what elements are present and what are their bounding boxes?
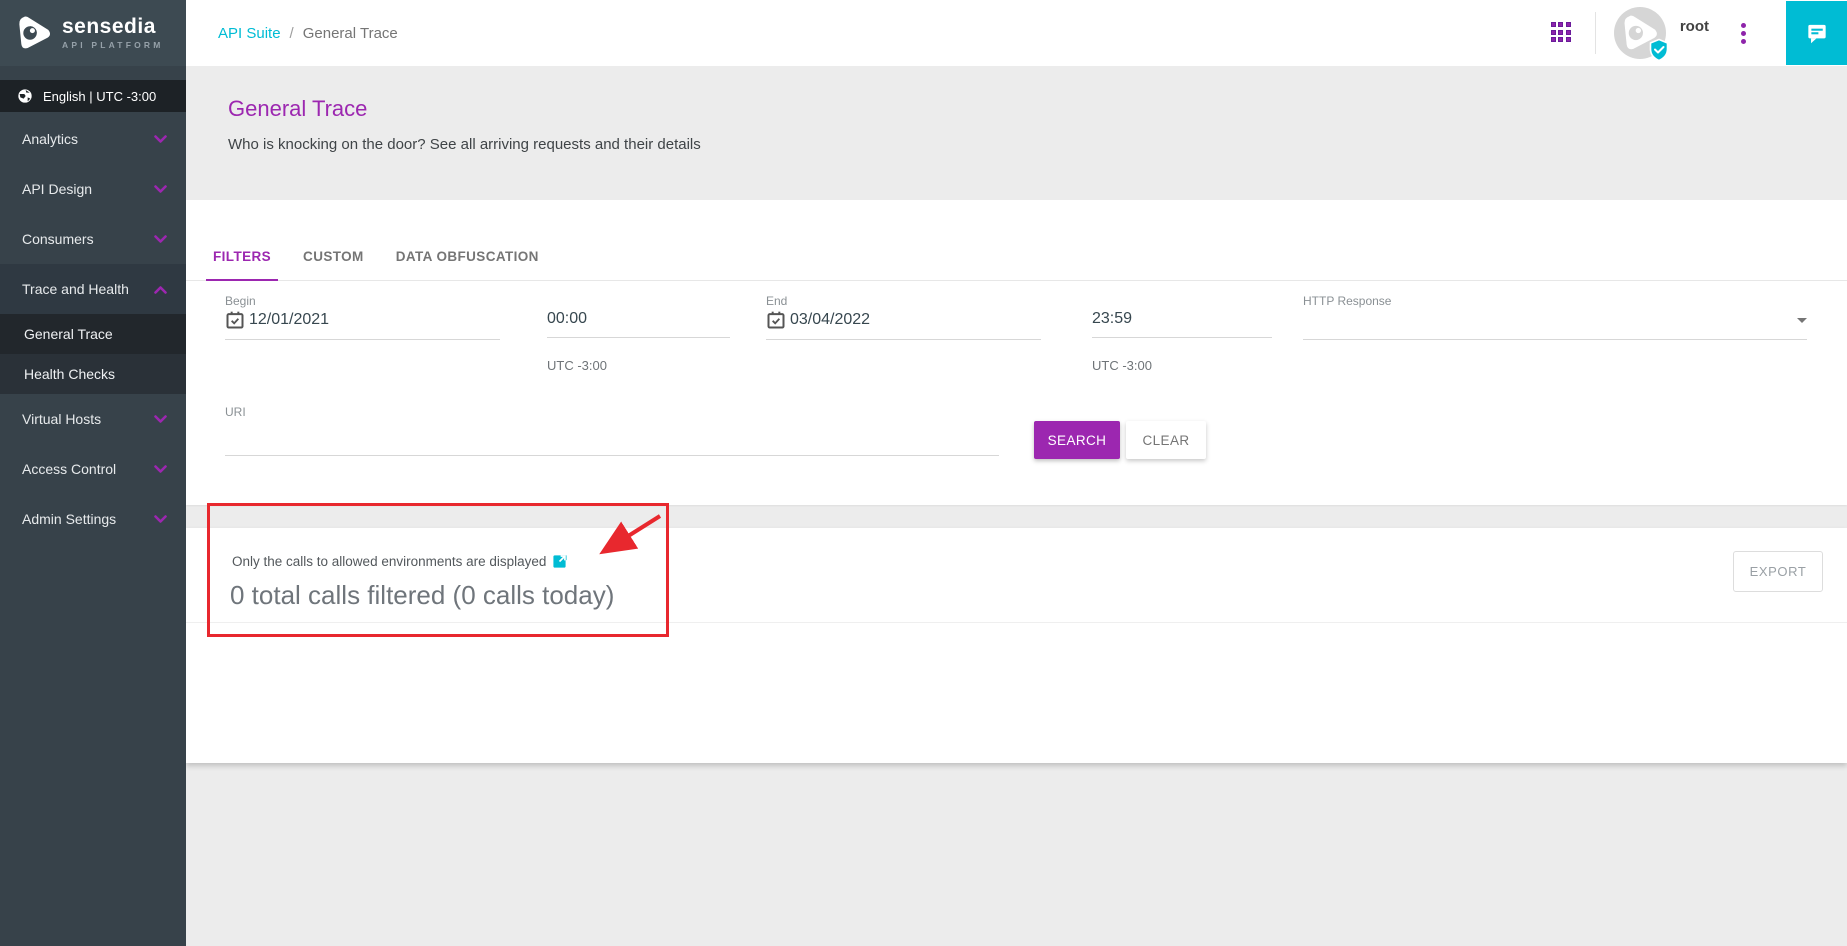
kebab-menu-icon[interactable] bbox=[1737, 19, 1750, 48]
username-label: root bbox=[1680, 18, 1709, 35]
chevron-down-icon bbox=[154, 515, 167, 524]
sidebar-item-label: Health Checks bbox=[24, 366, 115, 382]
end-date-field[interactable]: 03/04/2022 bbox=[766, 310, 1041, 340]
search-button[interactable]: SEARCH bbox=[1034, 421, 1120, 459]
chevron-down-icon bbox=[154, 235, 167, 244]
locale-selector[interactable]: English | UTC -3:00 bbox=[0, 80, 186, 112]
calendar-icon bbox=[225, 310, 245, 330]
user-avatar[interactable] bbox=[1614, 7, 1666, 59]
sidebar-item-health-checks[interactable]: Health Checks bbox=[0, 354, 186, 394]
chevron-up-icon bbox=[154, 285, 167, 294]
uri-input[interactable] bbox=[225, 428, 999, 446]
breadcrumb-api-suite[interactable]: API Suite bbox=[218, 25, 281, 42]
sidebar-item-label: General Trace bbox=[24, 326, 113, 342]
results-panel: Only the calls to allowed environments a… bbox=[186, 528, 1847, 763]
apps-grid-icon[interactable] bbox=[1551, 22, 1573, 44]
tab-filters[interactable]: FILTERS bbox=[206, 249, 278, 281]
results-note: Only the calls to allowed environments a… bbox=[232, 554, 567, 569]
clear-button[interactable]: CLEAR bbox=[1126, 421, 1206, 459]
sensedia-swirl-icon bbox=[15, 14, 53, 52]
http-response-select[interactable] bbox=[1303, 310, 1807, 340]
page-title: General Trace bbox=[228, 96, 1847, 122]
chat-icon bbox=[1804, 20, 1830, 46]
topbar-actions: root bbox=[1551, 1, 1847, 65]
locale-label: English | UTC -3:00 bbox=[43, 89, 156, 104]
sidebar-item-label: Trace and Health bbox=[22, 281, 129, 297]
end-date-value: 03/04/2022 bbox=[790, 311, 870, 329]
topbar-divider bbox=[1595, 12, 1596, 54]
sidebar-item-label: Consumers bbox=[22, 231, 94, 247]
chevron-down-icon bbox=[154, 415, 167, 424]
uri-label: URI bbox=[225, 405, 246, 419]
sidebar-item-label: Admin Settings bbox=[22, 511, 116, 527]
results-summary: 0 total calls filtered (0 calls today) bbox=[230, 580, 614, 611]
tab-bar: FILTERS CUSTOM DATA OBFUSCATION bbox=[186, 200, 1847, 281]
end-time-field[interactable]: 23:59 bbox=[1092, 310, 1272, 338]
chat-button[interactable] bbox=[1786, 1, 1847, 65]
sidebar-item-label: Virtual Hosts bbox=[22, 411, 101, 427]
breadcrumb-current: General Trace bbox=[303, 25, 398, 42]
begin-date-field[interactable]: 12/01/2021 bbox=[225, 310, 500, 340]
tab-data-obfuscation[interactable]: DATA OBFUSCATION bbox=[389, 249, 546, 280]
uri-field bbox=[225, 428, 999, 456]
sidebar-item-analytics[interactable]: Analytics bbox=[0, 114, 186, 164]
page-subtitle: Who is knocking on the door? See all arr… bbox=[228, 136, 1847, 153]
begin-timezone: UTC -3:00 bbox=[547, 358, 607, 373]
topbar: API Suite / General Trace bbox=[186, 0, 1847, 66]
sidebar-item-label: API Design bbox=[22, 181, 92, 197]
tab-custom[interactable]: CUSTOM bbox=[296, 249, 371, 280]
calendar-icon bbox=[766, 310, 786, 330]
section-gap bbox=[186, 505, 1847, 528]
sidebar-item-trace-and-health[interactable]: Trace and Health bbox=[0, 264, 186, 314]
results-note-text: Only the calls to allowed environments a… bbox=[232, 554, 546, 569]
end-time-value: 23:59 bbox=[1092, 310, 1132, 328]
sidebar-item-api-design[interactable]: API Design bbox=[0, 164, 186, 214]
filter-panel: FILTERS CUSTOM DATA OBFUSCATION Begin 12… bbox=[186, 200, 1847, 505]
sidebar-item-admin-settings[interactable]: Admin Settings bbox=[0, 494, 186, 544]
begin-label: Begin bbox=[225, 294, 256, 308]
results-divider bbox=[186, 622, 1847, 623]
http-response-label: HTTP Response bbox=[1303, 294, 1391, 308]
page-background bbox=[186, 763, 1847, 946]
sidebar-nav: Analytics API Design Consumers Trace and… bbox=[0, 114, 186, 544]
verified-shield-icon bbox=[1648, 38, 1670, 62]
brand-subtitle: API PLATFORM bbox=[62, 40, 164, 50]
sidebar: sensedia API PLATFORM English | UTC -3:0… bbox=[0, 0, 186, 946]
end-label: End bbox=[766, 294, 787, 308]
sensedia-logo[interactable]: sensedia API PLATFORM bbox=[0, 0, 186, 66]
sidebar-item-general-trace[interactable]: General Trace bbox=[0, 314, 186, 354]
sidebar-item-label: Access Control bbox=[22, 461, 116, 477]
sidebar-item-access-control[interactable]: Access Control bbox=[0, 444, 186, 494]
chevron-down-icon bbox=[154, 465, 167, 474]
breadcrumb-separator: / bbox=[290, 25, 294, 42]
begin-time-field[interactable]: 00:00 bbox=[547, 310, 730, 338]
chevron-down-icon bbox=[154, 185, 167, 194]
sidebar-item-consumers[interactable]: Consumers bbox=[0, 214, 186, 264]
sidebar-item-label: Analytics bbox=[22, 131, 78, 147]
begin-time-value: 00:00 bbox=[547, 310, 587, 328]
export-button[interactable]: EXPORT bbox=[1733, 551, 1823, 592]
brand-name: sensedia bbox=[62, 16, 164, 37]
breadcrumb: API Suite / General Trace bbox=[218, 25, 398, 42]
begin-date-value: 12/01/2021 bbox=[249, 311, 329, 329]
chevron-down-icon bbox=[154, 135, 167, 144]
open-in-new-icon[interactable] bbox=[552, 554, 567, 569]
globe-icon bbox=[17, 88, 33, 104]
end-timezone: UTC -3:00 bbox=[1092, 358, 1152, 373]
sidebar-item-virtual-hosts[interactable]: Virtual Hosts bbox=[0, 394, 186, 444]
dropdown-arrow-icon bbox=[1797, 318, 1807, 323]
main-content: API Suite / General Trace bbox=[186, 0, 1847, 946]
page-header: General Trace Who is knocking on the doo… bbox=[186, 66, 1847, 200]
